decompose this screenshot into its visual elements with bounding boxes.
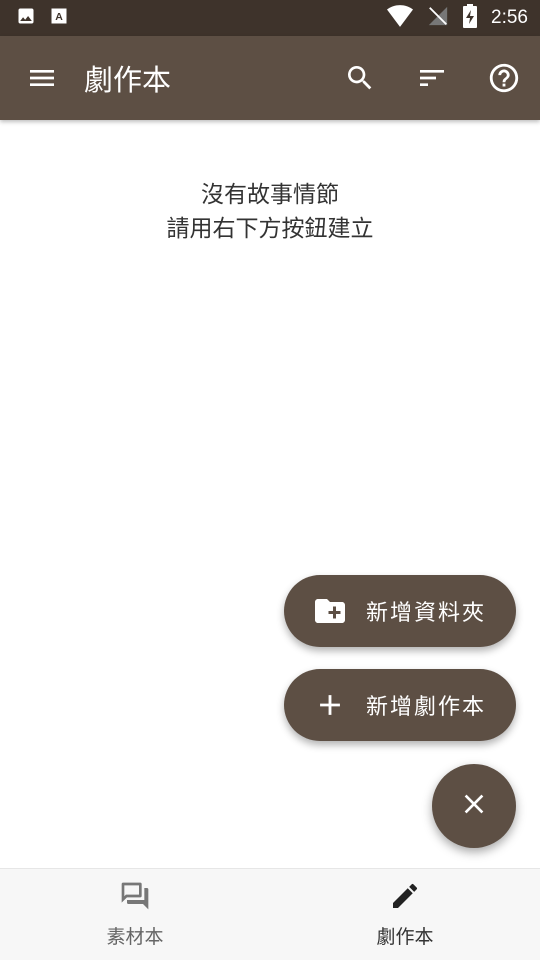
nav-label-materials: 素材本	[106, 926, 164, 948]
nav-item-materials[interactable]: 素材本	[0, 869, 270, 960]
new-script-label: 新增劇作本	[366, 695, 487, 720]
main-content: 沒有故事情節 請用右下方按鈕建立	[0, 120, 540, 868]
bottom-navigation: 素材本 劇作本	[0, 868, 540, 960]
new-folder-button[interactable]: 新增資料夾	[284, 575, 516, 647]
nav-item-scripts[interactable]: 劇作本	[270, 869, 540, 960]
battery-charging-icon	[463, 4, 478, 32]
close-fab-button[interactable]	[432, 764, 516, 848]
create-folder-icon	[310, 591, 350, 631]
svg-text:A: A	[55, 11, 63, 23]
page-title: 劇作本	[84, 63, 172, 97]
menu-icon[interactable]	[0, 36, 84, 120]
wifi-icon	[387, 5, 414, 31]
pencil-icon	[389, 880, 421, 916]
app-bar: 劇作本	[0, 36, 540, 120]
status-bar: A 2:56	[0, 0, 540, 36]
new-folder-label: 新增資料夾	[366, 601, 487, 626]
a-box-icon: A	[50, 7, 68, 29]
plus-icon	[310, 685, 350, 725]
help-icon[interactable]	[468, 36, 540, 120]
clock: 2:56	[491, 7, 528, 28]
close-icon	[458, 788, 490, 824]
sort-icon[interactable]	[396, 36, 468, 120]
empty-state: 沒有故事情節 請用右下方按鈕建立	[0, 178, 540, 246]
empty-state-line2: 請用右下方按鈕建立	[166, 216, 374, 242]
image-icon	[16, 6, 36, 30]
nav-label-scripts: 劇作本	[376, 926, 434, 948]
empty-state-line1: 沒有故事情節	[201, 182, 339, 208]
search-icon[interactable]	[324, 36, 396, 120]
new-script-button[interactable]: 新增劇作本	[284, 669, 516, 741]
forum-icon	[118, 880, 152, 916]
no-signal-icon	[427, 5, 449, 31]
